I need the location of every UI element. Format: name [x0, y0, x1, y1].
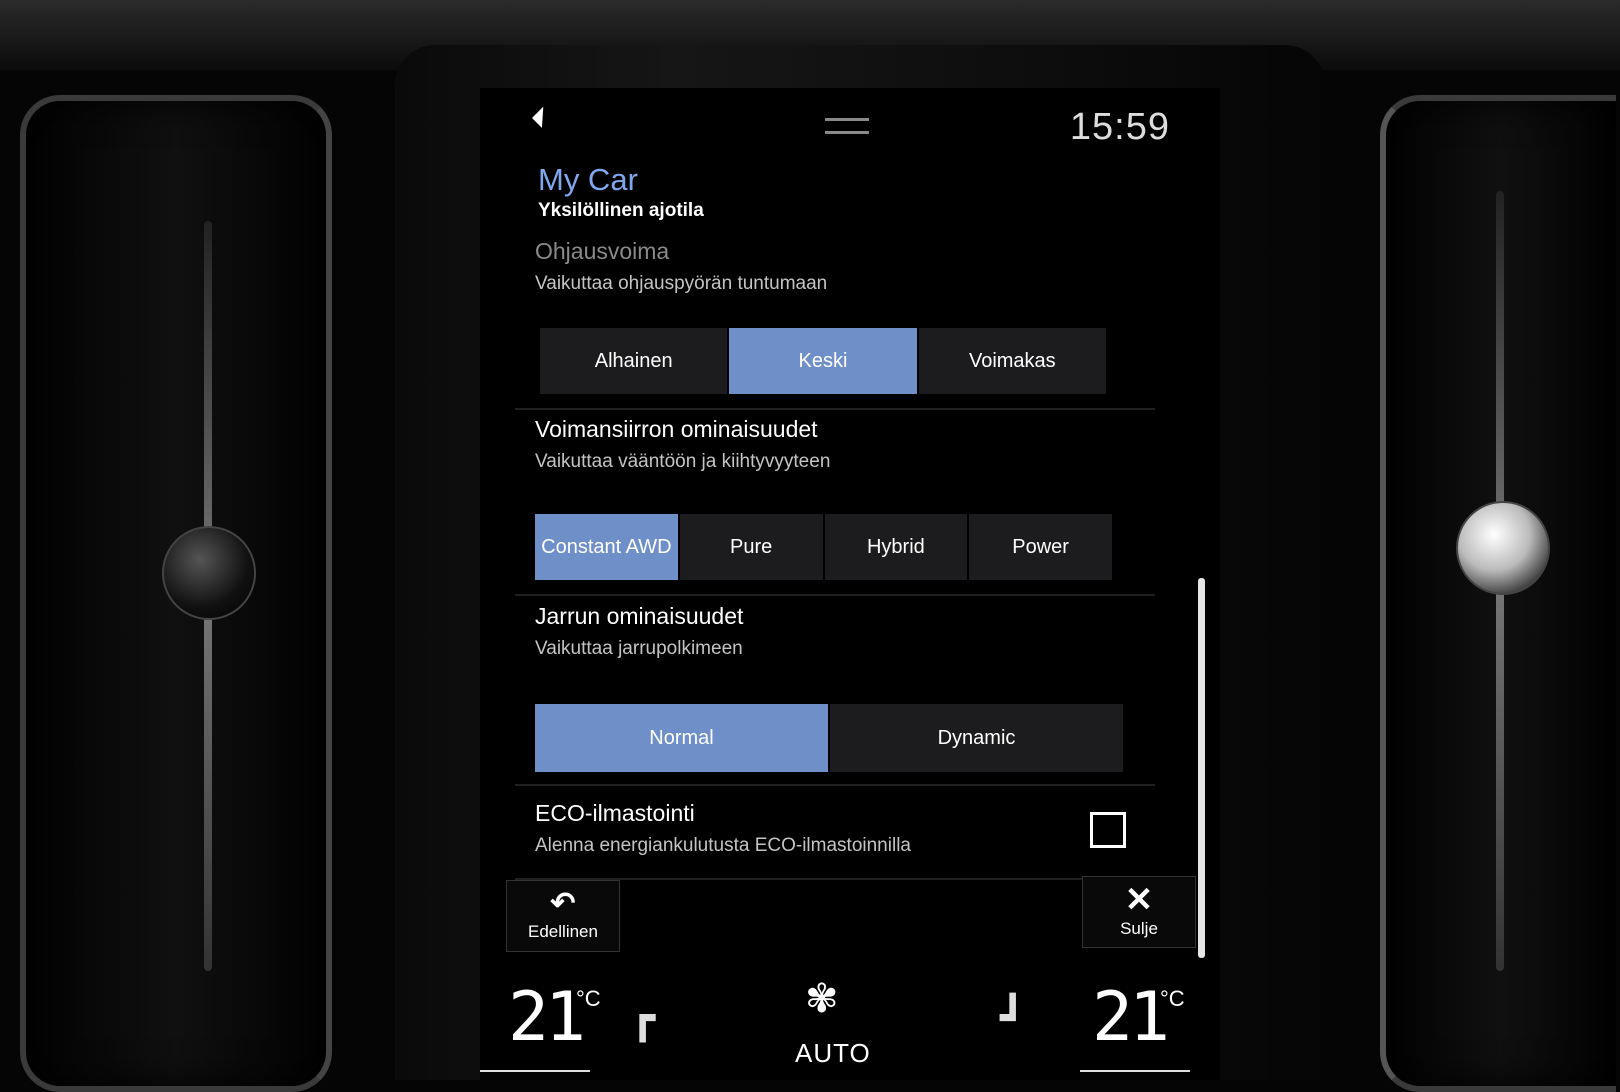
right-seat-icon[interactable]: ┛ — [1000, 993, 1025, 1042]
back-button[interactable]: ↶ Edellinen — [506, 880, 620, 952]
brake-option-normal[interactable]: Normal — [535, 704, 830, 772]
brake-section: Jarrun ominaisuudet Vaikuttaa jarrupolki… — [535, 603, 1145, 660]
right-temperature[interactable]: 21 — [1092, 978, 1170, 1057]
powertrain-option-hybrid[interactable]: Hybrid — [825, 514, 970, 580]
divider — [515, 784, 1155, 786]
steering-title: Ohjausvoima — [535, 238, 670, 264]
powertrain-title: Voimansiirron ominaisuudet — [535, 416, 818, 442]
eco-climate-description: Alenna energiankulutusta ECO-ilmastoinni… — [535, 835, 911, 856]
left-air-vent — [20, 95, 332, 1092]
brake-description: Vaikuttaa jarrupolkimeen — [535, 638, 743, 659]
powertrain-section: Voimansiirron ominaisuudet Vaikuttaa vää… — [535, 416, 1145, 473]
close-icon: ✕ — [1124, 881, 1154, 919]
status-bar: 15:59 — [480, 88, 1220, 158]
right-temperature-unit: °C — [1160, 986, 1185, 1011]
back-button-label: Edellinen — [528, 922, 598, 941]
scrollbar[interactable] — [1198, 578, 1205, 958]
right-air-vent — [1380, 95, 1616, 1092]
powertrain-option-power[interactable]: Power — [969, 514, 1112, 580]
steering-section: Ohjausvoima Vaikuttaa ohjauspyörän tuntu… — [535, 238, 1145, 295]
fan-airflow-icon[interactable]: ✾ — [805, 976, 839, 1022]
close-button-label: Sulje — [1120, 919, 1158, 938]
close-button[interactable]: ✕ Sulje — [1082, 876, 1196, 948]
app-title: My Car — [538, 162, 638, 197]
brake-segmented-control: Normal Dynamic — [535, 704, 1123, 772]
climate-auto-label[interactable]: AUTO — [795, 1038, 871, 1069]
brake-option-dynamic[interactable]: Dynamic — [830, 704, 1123, 772]
left-seat-icon[interactable]: ┏ — [630, 993, 655, 1042]
infotainment-screen: 15:59 My Car Yksilöllinen ajotila Ohjaus… — [480, 88, 1220, 1080]
steering-option-strong[interactable]: Voimakas — [919, 328, 1106, 394]
steering-option-medium[interactable]: Keski — [729, 328, 919, 394]
back-arrow-icon: ↶ — [550, 887, 576, 920]
steering-description: Vaikuttaa ohjauspyörän tuntumaan — [535, 273, 828, 294]
powertrain-option-constant-awd[interactable]: Constant AWD — [535, 514, 680, 580]
right-temperature-slider[interactable] — [1080, 1070, 1190, 1072]
pull-down-handle[interactable] — [825, 118, 869, 134]
powertrain-segmented-control: Constant AWD Pure Hybrid Power — [535, 514, 1112, 580]
steering-segmented-control: Alhainen Keski Voimakas — [540, 328, 1106, 394]
powertrain-option-pure[interactable]: Pure — [680, 514, 825, 580]
settings-list[interactable]: Ohjausvoima Vaikuttaa ohjauspyörän tuntu… — [515, 238, 1205, 958]
eco-climate-checkbox[interactable] — [1090, 812, 1126, 848]
divider — [515, 408, 1155, 410]
vent-knob — [162, 526, 256, 620]
left-temperature-unit: °C — [576, 986, 601, 1011]
left-temperature[interactable]: 21 — [508, 978, 586, 1057]
brake-title: Jarrun ominaisuudet — [535, 603, 744, 629]
vent-knob — [1456, 501, 1550, 595]
divider — [515, 594, 1155, 596]
steering-option-low[interactable]: Alhainen — [540, 328, 730, 394]
eco-climate-section: ECO-ilmastointi Alenna energiankulutusta… — [535, 800, 1145, 857]
climate-bar: 21 °C ┏ ✾ AUTO ┛ 21 °C — [480, 958, 1220, 1080]
clock: 15:59 — [1069, 106, 1170, 148]
page-subtitle: Yksilöllinen ajotila — [538, 200, 704, 221]
left-temperature-slider[interactable] — [480, 1070, 590, 1072]
navigation-arrow-icon — [532, 106, 554, 128]
powertrain-description: Vaikuttaa vääntöön ja kiihtyvyyteen — [535, 451, 831, 472]
eco-climate-title: ECO-ilmastointi — [535, 800, 695, 826]
